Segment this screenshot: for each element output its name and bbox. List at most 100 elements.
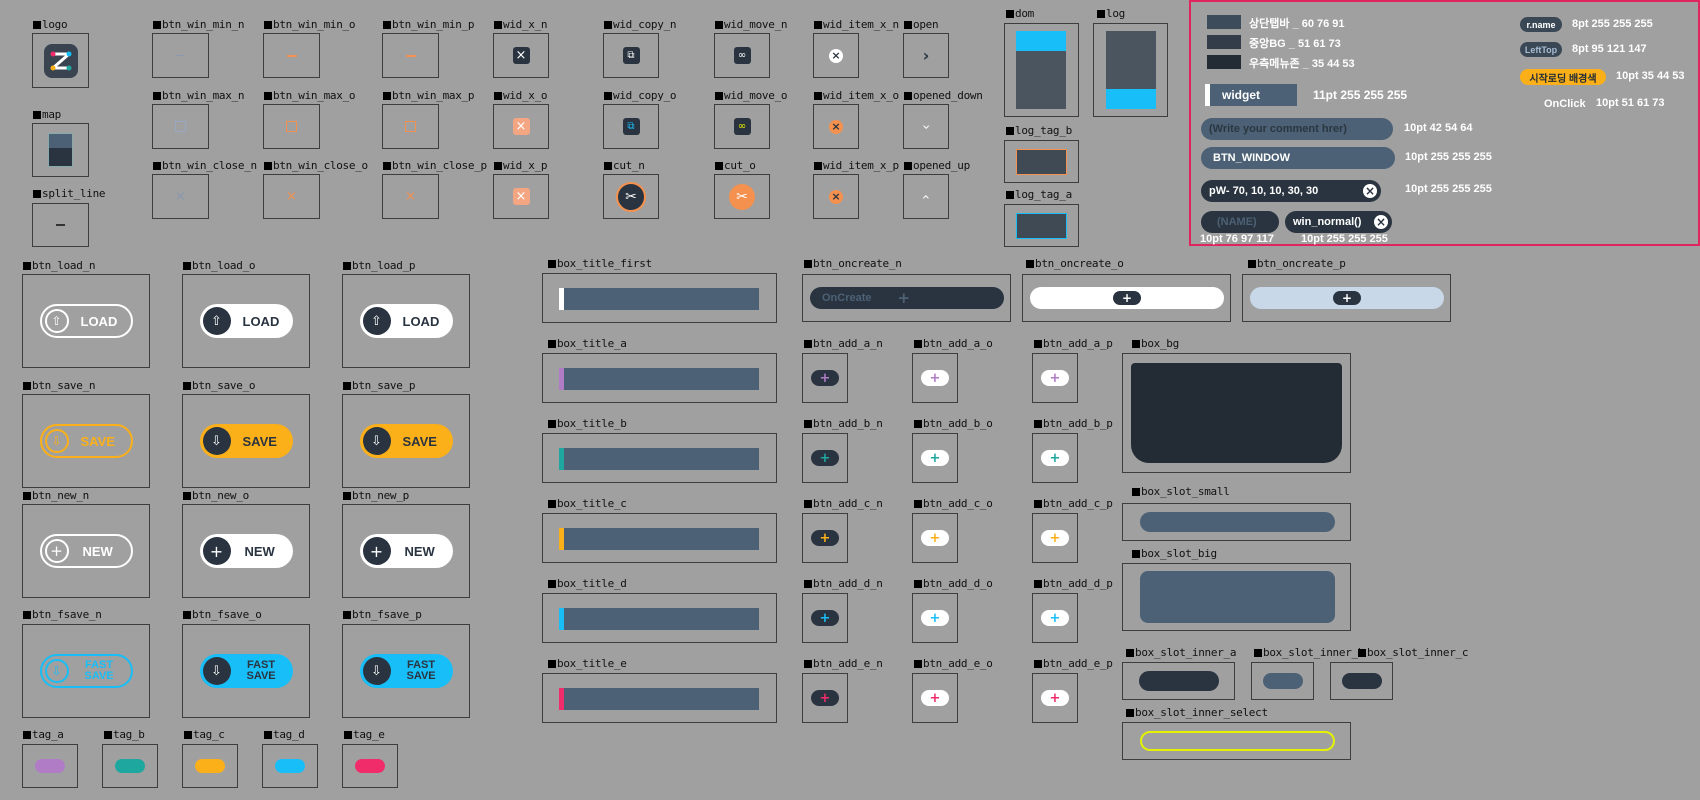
btn-window[interactable]: BTN_WINDOW	[1201, 147, 1395, 169]
btn-save-o[interactable]: ⇩ SAVE	[182, 394, 310, 488]
label-btn-win-min-p: btn_win_min_p	[383, 19, 475, 31]
minimize-icon	[405, 54, 416, 57]
cut-o[interactable]: ✂	[714, 174, 770, 219]
pw-field[interactable]: pW- 70, 10, 10, 30, 30 ×	[1201, 180, 1381, 202]
comment-input[interactable]: (Write your comment hrer)	[1201, 118, 1393, 140]
btn-add-b-p[interactable]: +	[1032, 433, 1078, 483]
split-line-box	[32, 203, 89, 247]
btn-load-n[interactable]: ⇧ LOAD	[22, 274, 150, 368]
minimize-icon	[286, 54, 297, 57]
wid-x-p[interactable]: ×	[493, 174, 549, 219]
close-icon: ×	[829, 48, 843, 63]
btn-add-d-o[interactable]: +	[912, 593, 958, 643]
btn-add-e-p[interactable]: +	[1032, 673, 1078, 723]
swatch-right	[1207, 55, 1241, 69]
rname-label: r.name	[1526, 19, 1556, 30]
btn-new-o[interactable]: + NEW	[182, 504, 310, 598]
btn-oncreate-n[interactable]: OnCreate +	[802, 274, 1011, 322]
label-box-slot-inner-b: box_slot_inner_b	[1254, 647, 1364, 659]
label-btn-win-max-p: btn_win_max_p	[383, 90, 475, 102]
btn-add-b-n[interactable]: +	[802, 433, 848, 483]
btn-win-max-o[interactable]	[263, 104, 320, 149]
btn-win-close-n[interactable]: ×	[152, 174, 209, 219]
btn-add-d-p[interactable]: +	[1032, 593, 1078, 643]
move-icon: ∞	[733, 47, 751, 64]
btn-win-min-n[interactable]	[152, 33, 209, 78]
tag-e	[342, 744, 398, 788]
btn-win-max-p[interactable]	[382, 104, 439, 149]
label-btn-add-c-o: btn_add_c_o	[914, 498, 993, 510]
btn-add-c-n[interactable]: +	[802, 513, 848, 563]
btn-save-p[interactable]: ⇩ SAVE	[342, 394, 470, 488]
tag-d	[262, 744, 318, 788]
save-label: SAVE	[402, 433, 437, 449]
win-normal-tag[interactable]: win_normal() ×	[1285, 211, 1392, 233]
name-input[interactable]: (NAME)	[1201, 211, 1279, 233]
chevron-up-icon: ›	[917, 193, 934, 200]
loading-label: 시작로딩 배경색	[1529, 73, 1597, 85]
wid-x-o[interactable]: ×	[493, 104, 549, 149]
btn-add-a-p[interactable]: +	[1032, 353, 1078, 403]
cut-n[interactable]: ✂	[603, 174, 659, 219]
btn-load-o[interactable]: ⇧ LOAD	[182, 274, 310, 368]
close-icon[interactable]: ×	[1374, 215, 1388, 229]
btn-add-a-n[interactable]: +	[802, 353, 848, 403]
wid-x-n[interactable]: ×	[493, 33, 549, 78]
label-tag-c: tag_c	[184, 729, 225, 741]
plus-icon: +	[921, 610, 949, 626]
btn-add-d-n[interactable]: +	[802, 593, 848, 643]
label-wid-copy-n: wid_copy_n	[604, 19, 677, 31]
btn-add-c-o[interactable]: +	[912, 513, 958, 563]
opened-down-button[interactable]: ›	[903, 104, 949, 149]
btn-add-a-o[interactable]: +	[912, 353, 958, 403]
label-btn-win-close-o: btn_win_close_o	[264, 160, 368, 172]
wid-copy-o[interactable]: ⧉	[603, 104, 659, 149]
wid-item-x-p[interactable]: ×	[813, 174, 859, 219]
btn-add-e-o[interactable]: +	[912, 673, 958, 723]
btn-fsave-o[interactable]: ⇩ FAST SAVE	[182, 624, 310, 718]
label-box-title-e: box_title_e	[548, 658, 627, 670]
label-wid-item-x-p: wid_item_x_p	[814, 160, 899, 172]
dom-box	[1004, 23, 1079, 117]
btn-fsave-p[interactable]: ⇩ FAST SAVE	[342, 624, 470, 718]
btn-oncreate-o[interactable]: +	[1022, 274, 1231, 322]
btn-win-close-p[interactable]: ×	[382, 174, 439, 219]
btn-win-min-p[interactable]	[382, 33, 439, 78]
wid-item-x-n[interactable]: ×	[813, 33, 859, 78]
widget-title-label: widget	[1222, 88, 1260, 102]
btn-win-max-n[interactable]	[152, 104, 209, 149]
box-slot-small	[1122, 503, 1351, 541]
btn-oncreate-p[interactable]: +	[1242, 274, 1451, 322]
label-opened-up: opened_up	[904, 160, 970, 172]
btn-win-close-o[interactable]: ×	[263, 174, 320, 219]
wid-move-o[interactable]: ∞	[714, 104, 770, 149]
maximize-icon	[405, 121, 416, 132]
btn-add-c-p[interactable]: +	[1032, 513, 1078, 563]
close-icon[interactable]: ×	[1363, 184, 1377, 198]
btn-save-n[interactable]: ⇩ SAVE	[22, 394, 150, 488]
btn-add-b-o[interactable]: +	[912, 433, 958, 483]
btn-win-min-o[interactable]	[263, 33, 320, 78]
label-box-title-a: box_title_a	[548, 338, 627, 350]
btn-load-p[interactable]: ⇧ LOAD	[342, 274, 470, 368]
wid-copy-n[interactable]: ⧉	[603, 33, 659, 78]
oncreate-pill: +	[1030, 287, 1224, 309]
label-box-title-b: box_title_b	[548, 418, 627, 430]
label-wid-move-o: wid_move_o	[715, 90, 788, 102]
label-btn-new-p: btn_new_p	[343, 490, 409, 502]
plus-icon: +	[921, 690, 949, 706]
load-pill: ⇧ LOAD	[359, 304, 453, 338]
wid-item-x-o[interactable]: ×	[813, 104, 859, 149]
btn-add-e-n[interactable]: +	[802, 673, 848, 723]
label-btn-add-c-n: btn_add_c_n	[804, 498, 883, 510]
swatch-top-label: 상단탭바 _ 60 76 91	[1249, 18, 1345, 30]
btn-fsave-n[interactable]: ⇩ FAST SAVE	[22, 624, 150, 718]
wid-move-n[interactable]: ∞	[714, 33, 770, 78]
opened-up-button[interactable]: ›	[903, 174, 949, 219]
pw-label: pW- 70, 10, 10, 30, 30	[1209, 185, 1319, 197]
btn-new-n[interactable]: + NEW	[22, 504, 150, 598]
open-button[interactable]: ›	[903, 33, 949, 78]
label-wid-item-x-n: wid_item_x_n	[814, 19, 899, 31]
label-btn-add-a-o: btn_add_a_o	[914, 338, 993, 350]
btn-new-p[interactable]: + NEW	[342, 504, 470, 598]
